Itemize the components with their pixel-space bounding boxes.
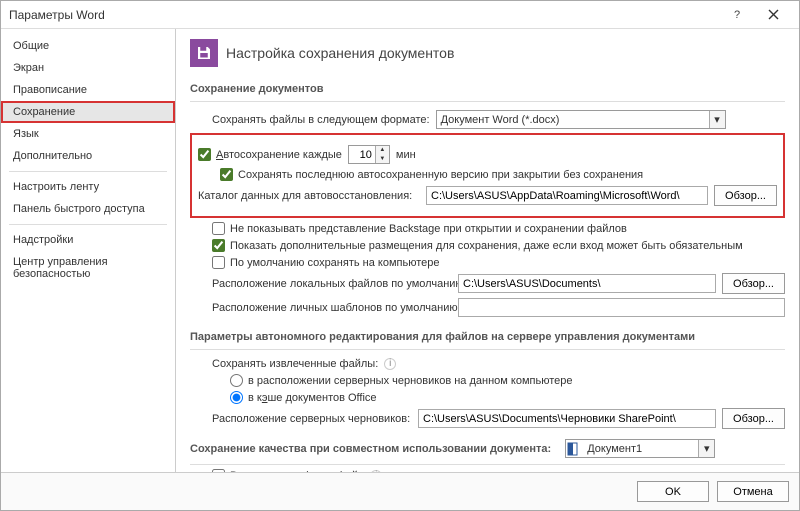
chevron-down-icon[interactable]: ▾	[698, 440, 714, 457]
recover-dir-browse-button[interactable]: Обзор...	[714, 185, 777, 206]
radio-server-drafts-local[interactable]: в расположении серверных черновиков на д…	[230, 374, 572, 387]
autosave-highlight: Автосохранение каждые ▲▼ мин Сохранять п…	[190, 133, 785, 218]
local-files-field[interactable]	[458, 274, 716, 293]
sidebar-item-proofing[interactable]: Правописание	[1, 79, 175, 101]
close-icon	[768, 9, 779, 20]
section-save-docs: Сохранение документов	[190, 79, 785, 102]
section-quality: Сохранение качества при совместном испол…	[190, 443, 551, 455]
server-drafts-browse-button[interactable]: Обзор...	[722, 408, 785, 429]
page-title: Настройка сохранения документов	[226, 45, 454, 61]
close-button[interactable]	[755, 1, 791, 29]
spin-down-icon[interactable]: ▼	[376, 155, 389, 164]
sidebar-item-save[interactable]: Сохранение	[1, 101, 175, 123]
sidebar-item-language[interactable]: Язык	[1, 123, 175, 145]
page-header: Настройка сохранения документов	[190, 39, 785, 67]
autosave-checkbox[interactable]: Автосохранение каждые	[198, 148, 342, 161]
titlebar: Параметры Word ?	[1, 1, 799, 29]
window-title: Параметры Word	[9, 8, 719, 22]
server-drafts-label: Расположение серверных черновиков:	[212, 413, 412, 425]
dialog-footer: OK Отмена	[1, 472, 799, 510]
sidebar-item-customize-ribbon[interactable]: Настроить ленту	[1, 176, 175, 198]
content-pane: Настройка сохранения документов Сохранен…	[176, 29, 799, 472]
save-header-icon	[190, 39, 218, 67]
recover-dir-label: Каталог данных для автовосстановления:	[198, 190, 420, 202]
quality-doc-combo[interactable]: Документ1 ▾	[565, 439, 715, 458]
cancel-button[interactable]: Отмена	[717, 481, 789, 502]
doc-icon	[566, 442, 580, 456]
format-label: Сохранять файлы в следующем формате:	[212, 114, 430, 126]
sidebar-item-general[interactable]: Общие	[1, 35, 175, 57]
sidebar-item-advanced[interactable]: Дополнительно	[1, 145, 175, 167]
sidebar-item-display[interactable]: Экран	[1, 57, 175, 79]
no-backstage-checkbox[interactable]: Не показывать представление Backstage пр…	[212, 222, 627, 235]
local-files-browse-button[interactable]: Обзор...	[722, 273, 785, 294]
templates-label: Расположение личных шаблонов по умолчани…	[212, 302, 452, 314]
ok-button[interactable]: OK	[637, 481, 709, 502]
format-combo[interactable]: Документ Word (*.docx) ▾	[436, 110, 726, 129]
save-local-default-checkbox[interactable]: По умолчанию сохранять на компьютере	[212, 256, 439, 269]
server-drafts-field[interactable]	[418, 409, 716, 428]
section-offline: Параметры автономного редактирования для…	[190, 327, 785, 350]
spin-up-icon[interactable]: ▲	[376, 146, 389, 155]
extracted-files-label: Сохранять извлеченные файлы:	[212, 358, 378, 370]
templates-field[interactable]	[458, 298, 785, 317]
sidebar: Общие Экран Правописание Сохранение Язык…	[1, 29, 176, 472]
sidebar-item-quick-access[interactable]: Панель быстрого доступа	[1, 198, 175, 220]
help-button[interactable]: ?	[719, 1, 755, 29]
keep-last-autosave-checkbox[interactable]: Сохранять последнюю автосохраненную верс…	[220, 168, 643, 181]
info-icon[interactable]: i	[384, 358, 396, 370]
local-files-label: Расположение локальных файлов по умолчан…	[212, 278, 452, 290]
radio-office-cache[interactable]: в кэше документов Office	[230, 391, 377, 404]
show-extra-places-checkbox[interactable]: Показать дополнительные размещения для с…	[212, 239, 743, 252]
chevron-down-icon[interactable]: ▾	[709, 111, 725, 128]
sidebar-item-trust-center[interactable]: Центр управления безопасностью	[1, 251, 175, 285]
sidebar-item-addins[interactable]: Надстройки	[1, 229, 175, 251]
autosave-unit: мин	[396, 149, 416, 161]
recover-dir-field[interactable]	[426, 186, 708, 205]
autosave-interval-spinner[interactable]: ▲▼	[348, 145, 390, 164]
word-options-window: Параметры Word ? Общие Экран Правописани…	[0, 0, 800, 511]
